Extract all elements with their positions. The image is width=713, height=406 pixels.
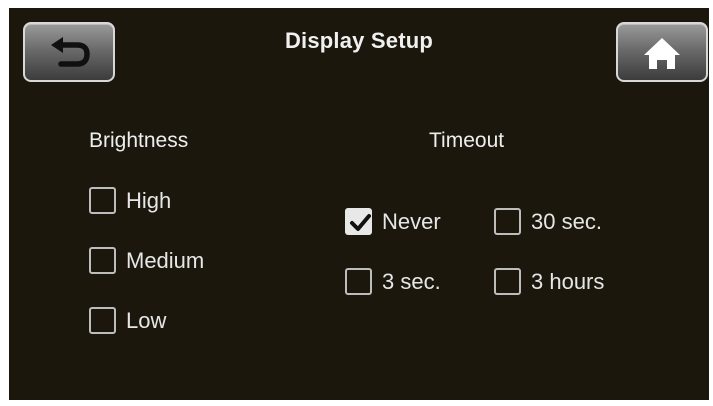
option-label: 30 sec. xyxy=(531,208,602,234)
checkbox[interactable] xyxy=(494,268,521,295)
timeout-option-30-sec[interactable]: 30 sec. xyxy=(494,208,602,235)
home-button[interactable] xyxy=(616,22,708,82)
option-label: Low xyxy=(126,307,167,333)
timeout-option-3-hours[interactable]: 3 hours xyxy=(494,268,604,295)
checkbox[interactable] xyxy=(494,208,521,235)
option-label: Never xyxy=(382,208,441,234)
timeout-option-3-sec[interactable]: 3 sec. xyxy=(345,268,441,295)
checkbox[interactable] xyxy=(89,307,116,334)
option-label: High xyxy=(126,187,172,213)
option-label: Medium xyxy=(126,247,205,273)
checkbox-checked[interactable] xyxy=(345,208,372,235)
timeout-option-never[interactable]: Never xyxy=(345,208,441,235)
brightness-option-high[interactable]: High xyxy=(89,187,171,214)
brightness-heading: Brightness xyxy=(89,129,189,152)
option-label: 3 hours xyxy=(531,268,605,294)
brightness-option-low[interactable]: Low xyxy=(89,307,166,334)
checkbox[interactable] xyxy=(89,247,116,274)
display-setup-screen: Display Setup Brightness High Medium Low… xyxy=(9,8,709,400)
timeout-heading: Timeout xyxy=(429,129,505,152)
checkbox[interactable] xyxy=(89,187,116,214)
page-title: Display Setup xyxy=(284,28,434,53)
option-label: 3 sec. xyxy=(382,268,441,294)
checkbox[interactable] xyxy=(345,268,372,295)
brightness-option-medium[interactable]: Medium xyxy=(89,247,204,274)
